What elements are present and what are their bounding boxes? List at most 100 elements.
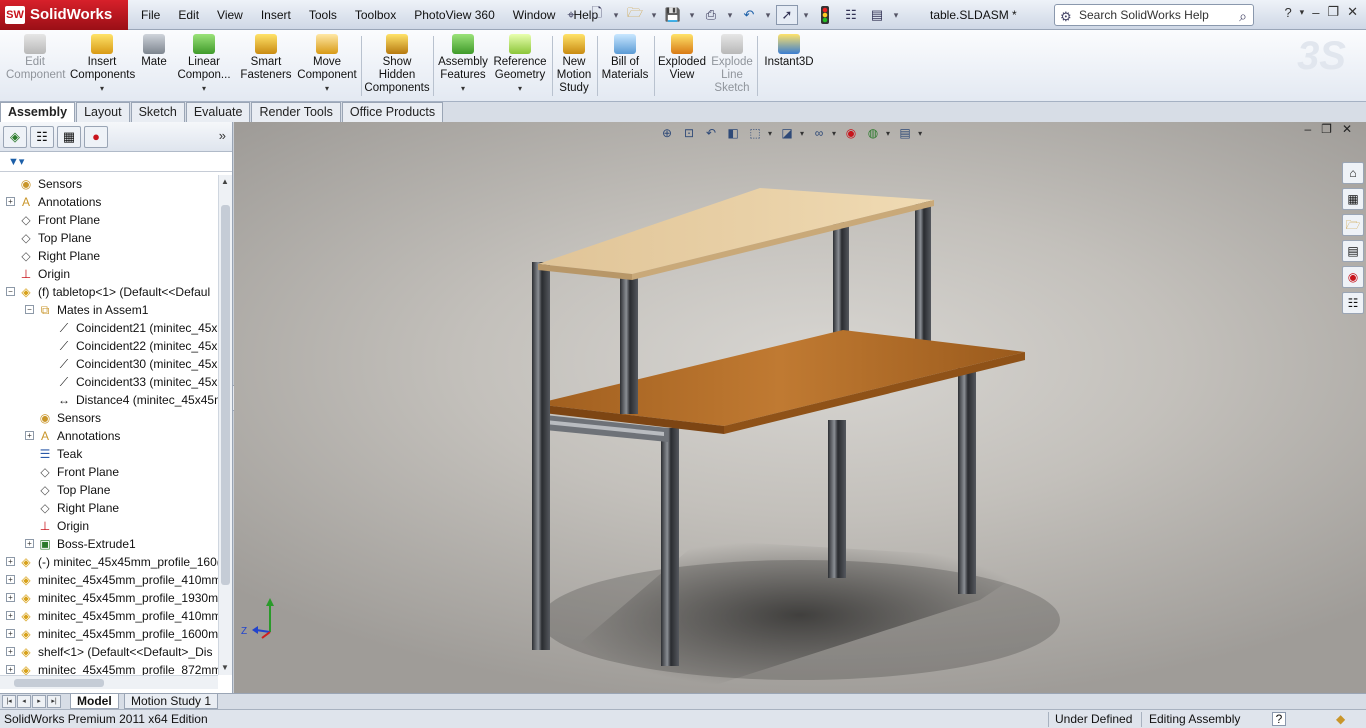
tab-sketch[interactable]: Sketch xyxy=(130,102,185,122)
chevron-down-icon[interactable]: ▾ xyxy=(436,82,490,95)
chevron-down-icon[interactable]: ▾ xyxy=(918,129,922,138)
instant3d-button[interactable]: Instant3D xyxy=(762,34,816,69)
undo-icon[interactable]: ↶ xyxy=(738,5,760,25)
tree-expand-toggle[interactable]: + xyxy=(6,665,15,674)
appearances-scenes-icon[interactable]: ◉ xyxy=(1342,266,1364,288)
prev-tab-icon[interactable]: ◂ xyxy=(17,695,31,708)
chevron-down-icon[interactable]: ▾ xyxy=(886,129,890,138)
tree-expand-toggle[interactable]: + xyxy=(25,539,34,548)
assembly-features-button[interactable]: Assembly Features ▾ xyxy=(436,34,490,95)
solidworks-logo[interactable]: SW SolidWorks xyxy=(0,0,128,30)
linear-component-pattern-button[interactable]: Linear Compon... ▾ xyxy=(174,34,234,95)
chevron-down-icon[interactable]: ▾ xyxy=(650,10,658,21)
expand-panel-chevron-icon[interactable]: » xyxy=(219,128,226,143)
tree-expand-toggle[interactable]: + xyxy=(6,611,15,620)
tree-filter-bar[interactable]: ▼▾ xyxy=(0,152,232,172)
menu-view[interactable]: View xyxy=(208,0,252,30)
previous-view-icon[interactable]: ↶ xyxy=(702,124,720,142)
chevron-down-icon[interactable]: ▾ xyxy=(1300,7,1305,18)
status-help-button[interactable]: ? xyxy=(1272,712,1286,726)
restore-button[interactable]: ❐ xyxy=(1327,4,1339,20)
tree-expand-toggle[interactable]: − xyxy=(6,287,15,296)
menu-edit[interactable]: Edit xyxy=(169,0,208,30)
close-button[interactable]: ✕ xyxy=(1347,4,1358,20)
design-library-icon[interactable]: ▦ xyxy=(1342,188,1364,210)
menu-file[interactable]: File xyxy=(132,0,169,30)
table-model-3d[interactable] xyxy=(234,122,1366,693)
chevron-down-icon[interactable]: ▾ xyxy=(492,82,548,95)
first-tab-icon[interactable]: |◂ xyxy=(2,695,16,708)
tab-model[interactable]: Model xyxy=(70,694,119,709)
next-tab-icon[interactable]: ▸ xyxy=(32,695,46,708)
insert-components-button[interactable]: Insert Components ▾ xyxy=(70,34,135,95)
file-explorer-icon[interactable]: 🗁 xyxy=(1342,214,1364,236)
new-motion-study-button[interactable]: New Motion Study xyxy=(555,34,593,95)
edit-appearance-icon[interactable]: ◉ xyxy=(842,124,860,142)
view-orientation-icon[interactable]: ⬚ xyxy=(746,124,764,142)
chevron-down-icon[interactable]: ▾ xyxy=(296,82,358,95)
tab-render-tools[interactable]: Render Tools xyxy=(251,102,341,122)
show-hidden-components-button[interactable]: Show Hidden Components xyxy=(364,34,430,95)
tree-expand-toggle[interactable]: + xyxy=(6,575,15,584)
view-palette-icon[interactable]: ▤ xyxy=(1342,240,1364,262)
tree-expand-toggle[interactable]: + xyxy=(6,557,15,566)
zoom-to-fit-icon[interactable]: ⊕ xyxy=(658,124,676,142)
tab-office-products[interactable]: Office Products xyxy=(341,102,444,122)
graphics-viewport[interactable]: ⊕ ⊡ ↶ ◧ ⬚ ▾ ◪ ▾ ∞ ▾ ◉ ◍ ▾ ▤ ▾ – ❐ ✕ ⌂ ▦ 🗁 ▤ ◉… xyxy=(234,122,1366,693)
pin-icon[interactable]: ⌖ xyxy=(560,5,582,25)
mate-button[interactable]: Mate xyxy=(138,34,170,69)
search-icon[interactable]: ⌕ xyxy=(1239,6,1247,26)
tree-expand-toggle[interactable]: − xyxy=(25,305,34,314)
rebuild-traffic-light-icon[interactable] xyxy=(814,5,836,25)
rebuild-status-icon[interactable]: ◆ xyxy=(1336,710,1345,728)
chevron-down-icon[interactable]: ▾ xyxy=(892,10,900,21)
shelf-board[interactable] xyxy=(538,188,934,274)
restore-button[interactable]: ❐ xyxy=(1321,122,1332,136)
new-document-icon[interactable]: 🗋 xyxy=(586,5,608,25)
menu-toolbox[interactable]: Toolbox xyxy=(346,0,405,30)
tab-evaluate[interactable]: Evaluate xyxy=(185,102,251,122)
scroll-up-icon[interactable]: ▲ xyxy=(221,177,229,186)
print-icon[interactable]: ⎙ xyxy=(700,5,722,25)
last-tab-icon[interactable]: ▸| xyxy=(47,695,61,708)
tree-expand-toggle[interactable]: + xyxy=(6,629,15,638)
custom-properties-icon[interactable]: ☷ xyxy=(1342,292,1364,314)
chevron-down-icon[interactable]: ▾ xyxy=(768,129,772,138)
tab-layout[interactable]: Layout xyxy=(76,102,130,122)
edit-component-button[interactable]: Edit Component xyxy=(6,34,65,82)
display-manager-icon[interactable]: ● xyxy=(84,126,108,148)
display-style-icon[interactable]: ◪ xyxy=(778,124,796,142)
tree-expand-toggle[interactable]: + xyxy=(6,197,15,206)
chevron-down-icon[interactable]: ▾ xyxy=(688,10,696,21)
view-settings-icon[interactable]: ▤ xyxy=(896,124,914,142)
save-icon[interactable]: 💾 xyxy=(662,5,684,25)
tab-motion-study-1[interactable]: Motion Study 1 xyxy=(124,694,219,709)
help-button[interactable]: ? xyxy=(1284,5,1291,20)
tree-expand-toggle[interactable]: + xyxy=(6,593,15,602)
smart-fasteners-button[interactable]: Smart Fasteners xyxy=(238,34,294,82)
help-search-input[interactable]: ⚙ Search SolidWorks Help ⌕ xyxy=(1054,4,1254,26)
chevron-down-icon[interactable]: ▾ xyxy=(174,82,234,95)
options-icon[interactable]: ▤ xyxy=(866,5,888,25)
exploded-view-button[interactable]: Exploded View xyxy=(656,34,708,82)
property-manager-icon[interactable]: ☷ xyxy=(30,126,54,148)
tree-horizontal-scrollbar[interactable] xyxy=(0,675,218,689)
apply-scene-icon[interactable]: ◍ xyxy=(864,124,882,142)
section-view-icon[interactable]: ◧ xyxy=(724,124,742,142)
tree-vertical-scrollbar[interactable]: ▲ ▼ xyxy=(218,175,232,675)
menu-tools[interactable]: Tools xyxy=(300,0,346,30)
featuremanager-tree-icon[interactable]: ◈ xyxy=(3,126,27,148)
tree-expand-toggle[interactable]: + xyxy=(25,431,34,440)
chevron-down-icon[interactable]: ▾ xyxy=(802,10,810,21)
chevron-down-icon[interactable]: ▾ xyxy=(70,82,134,95)
minimize-button[interactable]: – xyxy=(1312,5,1319,20)
scrollbar-thumb[interactable] xyxy=(14,679,104,687)
tab-assembly[interactable]: Assembly xyxy=(0,102,76,122)
chevron-down-icon[interactable]: ▾ xyxy=(764,10,772,21)
explode-line-sketch-button[interactable]: Explode Line Sketch xyxy=(710,34,754,95)
menu-photoview[interactable]: PhotoView 360 xyxy=(405,0,504,30)
file-properties-icon[interactable]: ☷ xyxy=(840,5,862,25)
open-folder-icon[interactable]: 🗁 xyxy=(624,5,646,25)
chevron-down-icon[interactable]: ▾ xyxy=(612,10,620,21)
minimize-button[interactable]: – xyxy=(1304,122,1311,136)
